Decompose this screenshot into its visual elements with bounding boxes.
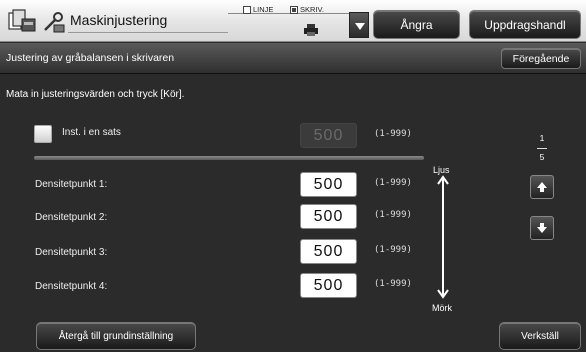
apply-button-label: Verkställ <box>521 330 559 342</box>
page-title: Maskinjustering <box>70 12 168 28</box>
batch-value-field: 500 <box>300 123 357 148</box>
sub-header: Justering av gråbalansen i skrivaren För… <box>0 43 586 74</box>
main-panel: Mata in justeringsvärden och tryck [Kör]… <box>0 75 586 352</box>
density-point-3-range: (1-999) <box>374 245 412 255</box>
linje-checkbox[interactable]: LINJE <box>243 5 273 14</box>
light-dark-arrow-icon <box>437 175 449 299</box>
linje-checkbox-label: LINJE <box>253 5 274 14</box>
title-bar: Maskinjustering LINJE SKRIV. Ångra Uppdr… <box>0 0 586 42</box>
instruction-text: Mata in justeringsvärden och tryck [Kör]… <box>6 89 185 100</box>
batch-setting-checkbox[interactable] <box>34 125 52 143</box>
page-up-button[interactable] <box>530 175 554 199</box>
density-point-1-range: (1-999) <box>374 178 412 188</box>
page-down-button[interactable] <box>530 216 554 240</box>
arrow-up-icon <box>537 182 547 192</box>
undo-button-label: Ångra <box>400 17 433 32</box>
apply-button[interactable]: Verkställ <box>499 322 581 350</box>
undo-button[interactable]: Ångra <box>373 10 460 39</box>
copy-scan-mode-icon[interactable] <box>8 9 36 35</box>
density-point-4-range: (1-999) <box>374 279 412 289</box>
arrow-down-icon <box>537 223 547 233</box>
page-separator <box>537 148 547 149</box>
reset-default-button[interactable]: Återgå till grundinställning <box>36 322 196 350</box>
previous-button[interactable]: Föregående <box>501 48 581 69</box>
scale-light-label: Ljus <box>433 165 450 175</box>
skriv-checkbox[interactable]: SKRIV. <box>290 5 324 14</box>
density-point-1-field[interactable]: 500 <box>300 172 357 197</box>
section-title: Justering av gråbalansen i skrivaren <box>6 52 175 64</box>
density-point-2-field[interactable]: 500 <box>300 204 357 229</box>
density-point-4-field[interactable]: 500 <box>300 273 357 298</box>
scale-dark-label: Mörk <box>432 303 452 313</box>
printer-icon <box>304 24 318 36</box>
section-divider <box>34 156 424 160</box>
dropdown-button[interactable] <box>349 12 369 38</box>
previous-button-label: Föregående <box>512 52 570 65</box>
reset-default-button-label: Återgå till grundinställning <box>58 330 174 342</box>
batch-setting-label: Inst. i en sats <box>62 127 121 138</box>
skriv-checkbox-label: SKRIV. <box>300 5 324 14</box>
density-point-3-label: Densitetpunkt 3: <box>35 247 108 258</box>
linje-checkbox-box[interactable] <box>243 5 251 14</box>
job-status-button[interactable]: Uppdragshandl <box>469 10 581 39</box>
density-point-1-label: Densitetpunkt 1: <box>35 179 108 190</box>
job-status-button-label: Uppdragshandl <box>484 17 566 32</box>
page-current: 1 <box>539 133 545 143</box>
skriv-checkbox-box[interactable] <box>290 5 298 14</box>
density-point-3-field[interactable]: 500 <box>300 239 357 264</box>
density-point-4-label: Densitetpunkt 4: <box>35 281 108 292</box>
batch-range-text: (1-999) <box>374 129 412 139</box>
page-total: 5 <box>539 152 545 162</box>
title-underline <box>68 32 228 33</box>
density-point-2-label: Densitetpunkt 2: <box>35 212 108 223</box>
density-point-2-range: (1-999) <box>374 210 412 220</box>
machine-adjust-icon <box>44 12 65 33</box>
